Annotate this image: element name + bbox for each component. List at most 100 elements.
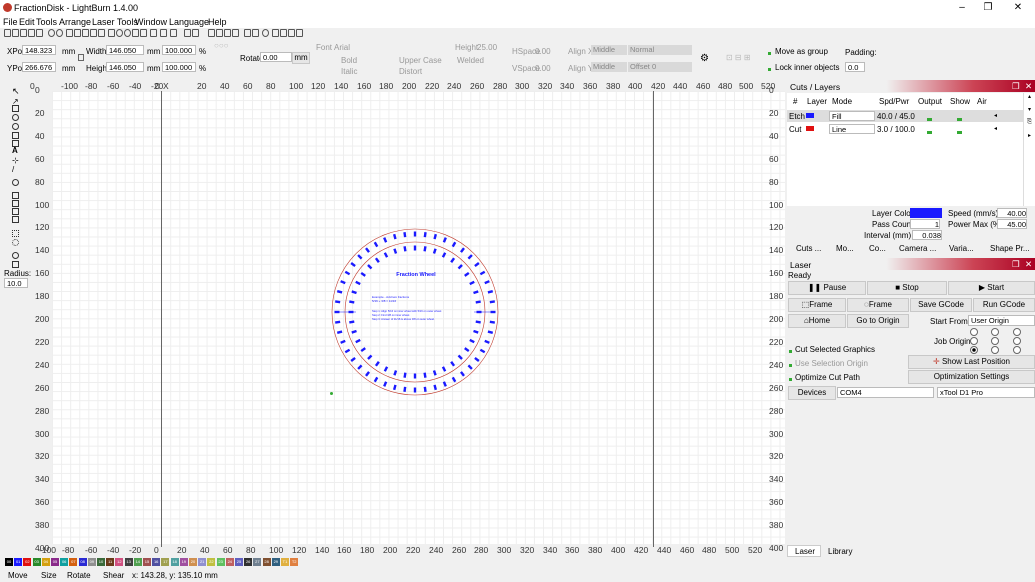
align-center-icon[interactable] (252, 29, 259, 37)
layer-color-picker[interactable] (910, 208, 942, 218)
palette-swatch[interactable]: 15 (143, 558, 151, 566)
scale-y-field[interactable]: 100.000 (162, 62, 196, 72)
menu-tools[interactable]: Tools (36, 17, 57, 27)
devices-button[interactable]: Devices (788, 386, 836, 400)
camera-icon[interactable] (160, 29, 167, 37)
origin-radio-bc[interactable] (991, 346, 999, 354)
save-as-icon[interactable] (28, 29, 35, 37)
frame-button[interactable]: ⬚Frame (788, 298, 846, 312)
node-select-icons[interactable]: ○○○ (214, 41, 229, 50)
settings-icon[interactable] (184, 29, 191, 37)
lock-inner-checkbox[interactable] (768, 64, 772, 73)
origin-radio-mc[interactable] (991, 337, 999, 345)
grid-array-icon[interactable] (12, 230, 19, 237)
status-size[interactable]: Size (41, 571, 57, 580)
status-move[interactable]: Move (8, 571, 28, 580)
tab-library[interactable]: Library (828, 547, 852, 556)
palette-swatch[interactable]: 11 (106, 558, 115, 566)
run-gcode-button[interactable]: Run GCode (973, 298, 1035, 312)
origin-radio-tc[interactable] (991, 328, 999, 336)
bold-checkbox[interactable]: Bold (341, 56, 357, 65)
import-icon[interactable] (36, 29, 43, 37)
monitor-icon[interactable] (170, 29, 177, 37)
origin-radio-mr[interactable] (1013, 337, 1021, 345)
tab-tool-icon[interactable] (12, 252, 19, 259)
select-arrow-icon[interactable]: ↖ (12, 86, 20, 96)
trace-icon[interactable] (98, 29, 105, 37)
menu-language[interactable]: Language (169, 17, 209, 27)
group-icon[interactable] (208, 29, 215, 37)
menu-window[interactable]: Window (135, 17, 167, 27)
air-toggle[interactable]: ◂ (994, 125, 997, 132)
frame-circle-button[interactable]: ◌Frame (847, 298, 909, 312)
boolean-intersect-icon[interactable] (12, 216, 19, 223)
palette-swatch[interactable]: 24 (225, 558, 234, 566)
use-selection-origin-checkbox[interactable] (789, 360, 793, 369)
menu-edit[interactable]: Edit (19, 17, 35, 27)
tab-laser[interactable]: Laser (795, 547, 815, 556)
device-select[interactable]: xTool D1 Pro (937, 387, 1035, 398)
normal-select[interactable]: Normal (628, 45, 692, 55)
boolean-tools-icon[interactable]: ⊡ ⊟ ⊞ (726, 53, 751, 62)
font-value[interactable]: Arial (334, 43, 350, 52)
palette-swatch[interactable]: 27 (253, 558, 262, 566)
palette-swatch[interactable]: 20 (189, 558, 197, 566)
flip-horizontal-icon[interactable] (224, 29, 231, 37)
palette-swatch[interactable]: 07 (69, 558, 78, 566)
cut-icon[interactable] (66, 29, 73, 37)
palette-swatch[interactable]: 03 (32, 558, 41, 566)
xpos-field[interactable]: 148.323 (22, 45, 56, 55)
text-height-value[interactable]: 25.00 (477, 43, 497, 52)
offset-shapes-icon[interactable] (12, 179, 19, 186)
palette-swatch[interactable]: 01 (14, 558, 23, 566)
port-select[interactable]: COM4 (837, 387, 934, 398)
edit-nodes-icon[interactable]: ↗ (12, 97, 19, 106)
redo-icon[interactable] (56, 29, 63, 37)
ellipse-tool-icon[interactable] (12, 114, 19, 121)
tab-variable-text[interactable]: Varia... (949, 244, 974, 253)
unit-toggle-button[interactable]: mm (292, 52, 310, 64)
origin-radio-tl[interactable] (970, 328, 978, 336)
flip-vertical-icon[interactable] (232, 29, 239, 37)
ungroup-icon[interactable] (216, 29, 223, 37)
distort-checkbox[interactable]: Distort (399, 67, 422, 76)
padding-field[interactable]: 0.0 (845, 62, 865, 72)
offset-field[interactable]: Offset 0 (628, 62, 692, 72)
line-tool-icon[interactable] (12, 132, 19, 139)
open-file-icon[interactable] (12, 29, 19, 37)
palette-swatch[interactable]: 05 (51, 558, 59, 566)
fraction-wheel-graphic[interactable]: Fraction Wheel Example - Add two fractio… (330, 227, 500, 397)
new-file-icon[interactable] (4, 29, 11, 37)
arrange-icon[interactable] (280, 29, 287, 37)
mode-select[interactable]: Line (829, 124, 875, 134)
lock-icon[interactable] (78, 54, 84, 61)
move-laser-icon[interactable] (272, 29, 279, 37)
weld-icon[interactable] (12, 192, 19, 199)
menu-laser-tools[interactable]: Laser Tools (92, 17, 138, 27)
width-field[interactable]: 146.050 (106, 45, 144, 55)
copy-icon[interactable] (74, 29, 81, 37)
measure-icon[interactable] (296, 29, 303, 37)
palette-swatch[interactable]: 25 (235, 558, 243, 566)
pass-count-field[interactable]: 1 (910, 219, 940, 229)
mode-select[interactable]: Fill (829, 111, 875, 121)
speed-field[interactable]: 40.00 (997, 208, 1027, 218)
zoom-page-icon[interactable] (140, 29, 147, 37)
layer-row-etch[interactable]: Etch Fill 40.0 / 45.0 ◂ (787, 110, 1023, 122)
height-field[interactable]: 146.050 (106, 62, 144, 72)
palette-swatch[interactable]: 02 (23, 558, 32, 566)
palette-swatch[interactable]: 26 (244, 558, 253, 566)
text-tool-icon[interactable]: A (12, 146, 19, 155)
palette-swatch[interactable]: 10 (97, 558, 105, 566)
ypos-field[interactable]: 266.676 (22, 62, 56, 72)
cut-selected-checkbox[interactable] (789, 346, 793, 355)
zoom-in-icon[interactable] (116, 29, 123, 37)
palette-swatch[interactable]: 14 (133, 558, 142, 566)
palette-swatch[interactable]: 18 (170, 558, 179, 566)
italic-checkbox[interactable]: Italic (341, 67, 357, 76)
palette-swatch[interactable]: T1 (281, 558, 289, 566)
palette-swatch[interactable]: 09 (87, 558, 96, 566)
show-last-position-button[interactable]: ✛ Show Last Position (908, 355, 1035, 369)
zoom-out-icon[interactable] (124, 29, 131, 37)
radius-field[interactable]: 10.0 (4, 278, 28, 288)
